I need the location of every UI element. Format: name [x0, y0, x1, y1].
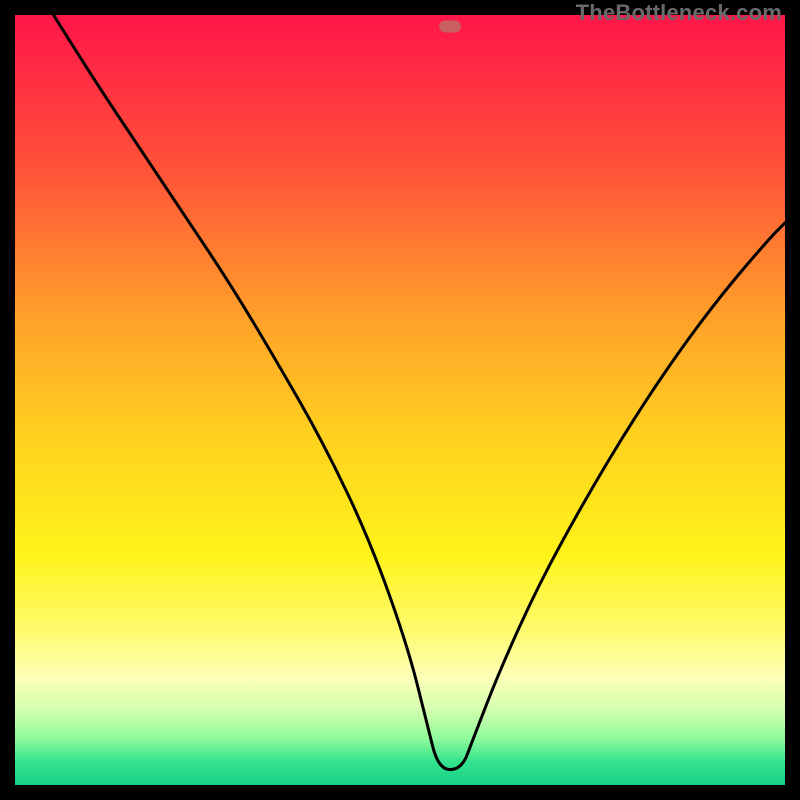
optimal-point-marker [439, 21, 461, 33]
plot-area [15, 15, 785, 785]
gradient-background [15, 15, 785, 785]
watermark-text: TheBottleneck.com [576, 0, 782, 26]
chart-frame: TheBottleneck.com [0, 0, 800, 800]
bottleneck-chart [15, 15, 785, 785]
